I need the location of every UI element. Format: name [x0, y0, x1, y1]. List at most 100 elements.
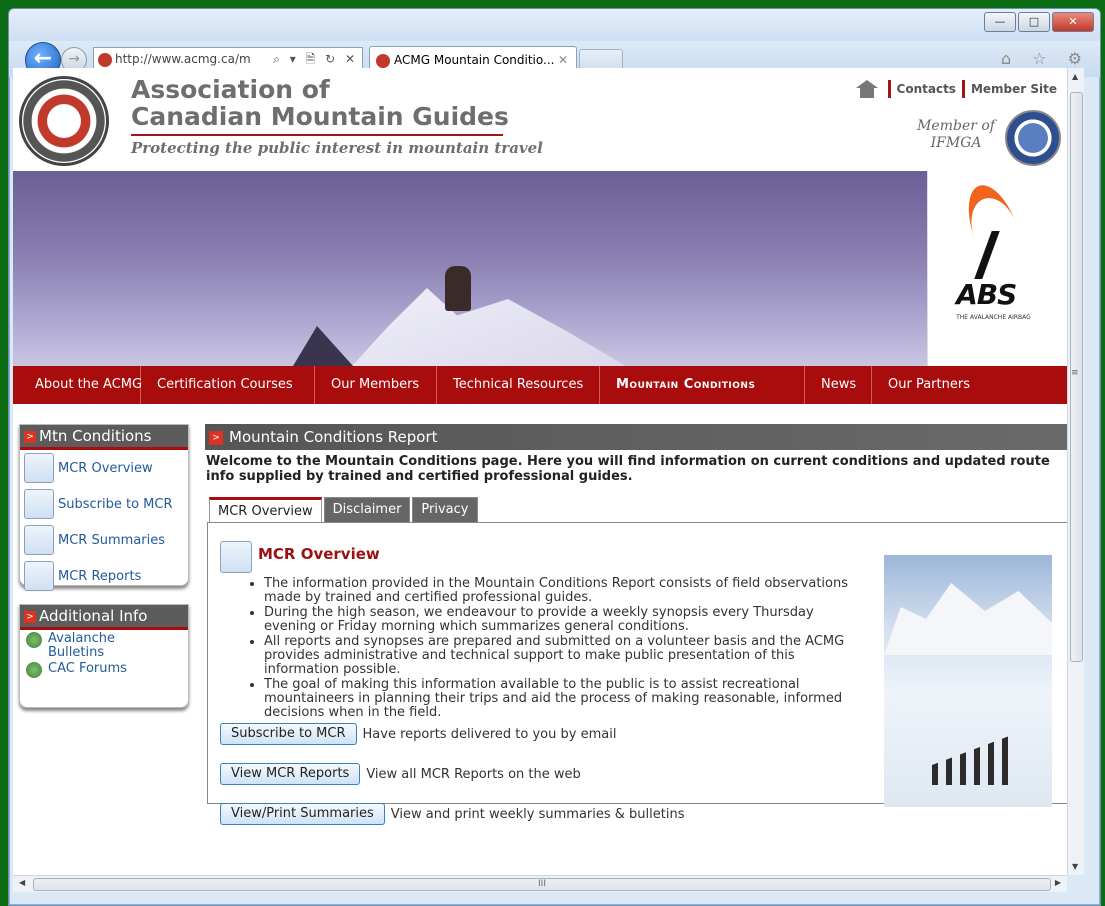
scroll-right-icon[interactable]: ▶: [1055, 878, 1061, 887]
close-window-button[interactable]: ✕: [1052, 12, 1094, 32]
home-icon[interactable]: [855, 80, 878, 98]
maximize-button[interactable]: □: [1018, 12, 1050, 32]
home-favorites-settings-icons[interactable]: ⌂ ☆ ⚙: [1001, 49, 1090, 68]
summaries-desc: View and print weekly summaries & bullet…: [390, 806, 685, 822]
org-name-line2: Canadian Mountain Guides: [131, 102, 509, 131]
banner: ABS THE AVALANCHE AIRBAG: [13, 171, 1067, 366]
overview-bullets: The information provided in the Mountain…: [248, 577, 869, 721]
subscribe-row: Subscribe to MCR Have reports delivered …: [220, 723, 616, 745]
acmg-logo[interactable]: [19, 76, 109, 166]
nav-technical[interactable]: Technical Resources: [437, 366, 600, 404]
nav-partners[interactable]: Our Partners: [872, 366, 986, 404]
window-controls: — □ ✕: [984, 12, 1094, 32]
sidebar-item-summaries[interactable]: MCR Summaries: [20, 522, 188, 558]
additional-info-head: > Additional Info: [20, 605, 188, 630]
globe-icon: [26, 662, 42, 678]
list-item: The goal of making this information avai…: [264, 678, 869, 720]
sidebar-link-label: CAC Forums: [48, 661, 127, 676]
horizontal-scroll-thumb[interactable]: III: [33, 878, 1051, 891]
mtn-conditions-box: > Mtn Conditions MCR Overview Subscribe t…: [19, 424, 189, 591]
tab-mcr-overview[interactable]: MCR Overview: [209, 497, 322, 522]
sidebar-link-cac-forums[interactable]: CAC Forums: [20, 662, 188, 678]
abs-brand: ABS: [956, 278, 1017, 311]
skiers: [932, 735, 1012, 785]
globe-icon: [26, 632, 42, 648]
view-reports-button[interactable]: View MCR Reports: [220, 763, 361, 785]
summaries-icon: [24, 525, 54, 555]
header-rule: [131, 134, 503, 136]
sidebar-item-label: MCR Reports: [58, 568, 142, 584]
reports-row: View MCR Reports View all MCR Reports on…: [220, 763, 581, 785]
tab-privacy[interactable]: Privacy: [412, 497, 478, 522]
mountain: [884, 583, 1052, 655]
reports-desc: View all MCR Reports on the web: [366, 766, 581, 782]
tab-disclaimer[interactable]: Disclaimer: [323, 497, 411, 522]
mtn-conditions-head: > Mtn Conditions: [20, 425, 188, 450]
tagline: Protecting the public interest in mounta…: [131, 139, 543, 157]
arrow-icon: >: [24, 430, 36, 443]
sidebar-link-label: Avalanche Bulletins: [48, 631, 115, 660]
sidebar-item-label: MCR Summaries: [58, 532, 165, 548]
snow-ridge: [343, 288, 643, 366]
nav-certification[interactable]: Certification Courses: [141, 366, 315, 404]
nav-news[interactable]: News: [805, 366, 872, 404]
address-tools[interactable]: ⌕ ▾ 🗎 ↻ ✕: [273, 48, 358, 68]
site-favicon-icon: [98, 52, 112, 67]
page-viewport: Association of Canadian Mountain Guides …: [13, 68, 1067, 875]
tab-favicon-icon: [376, 53, 390, 68]
climber: [445, 266, 471, 311]
contacts-link[interactable]: Contacts: [897, 82, 956, 96]
divider: [961, 80, 965, 98]
ifmga-logo[interactable]: [1005, 110, 1061, 166]
sidebar-item-mcr-overview[interactable]: MCR Overview: [20, 450, 188, 486]
abs-swirl-logo: [958, 178, 1032, 282]
main-nav: About the ACMG Certification Courses Our…: [13, 366, 1067, 404]
tab-title: ACMG Mountain Conditio...: [394, 53, 555, 67]
panel-title-text: Mountain Conditions Report: [229, 428, 438, 446]
scroll-left-icon[interactable]: ◀: [19, 878, 25, 887]
skiers-photo: [884, 555, 1052, 807]
mtn-conditions-title: Mtn Conditions: [39, 427, 152, 445]
sidebar-link-avalanche-bulletins[interactable]: Avalanche Bulletins: [20, 632, 115, 660]
scroll-up-icon[interactable]: ▲: [1072, 72, 1078, 81]
scroll-grip-icon: III: [538, 879, 546, 889]
member-site-link[interactable]: Member Site: [971, 82, 1057, 96]
nav-about[interactable]: About the ACMG: [13, 366, 142, 404]
org-name[interactable]: Association of Canadian Mountain Guides: [131, 76, 509, 130]
sidebar-item-reports[interactable]: MCR Reports: [20, 558, 188, 594]
summaries-row: View/Print Summaries View and print week…: [220, 803, 685, 825]
abs-subtitle: THE AVALANCHE AIRBAG: [956, 314, 1031, 321]
site-header: Association of Canadian Mountain Guides …: [13, 68, 1067, 171]
subscribe-desc: Have reports delivered to you by email: [362, 726, 617, 742]
abs-advertisement[interactable]: ABS THE AVALANCHE AIRBAG: [927, 171, 1067, 366]
panel-title: > Mountain Conditions Report: [205, 424, 1067, 450]
scroll-grip-icon: ≡: [1071, 368, 1079, 378]
rock: [293, 326, 353, 366]
nav-members[interactable]: Our Members: [315, 366, 437, 404]
list-item: All reports and synopses are prepared an…: [264, 635, 869, 677]
list-item: During the high season, we endeavour to …: [264, 606, 869, 634]
welcome-text: Welcome to the Mountain Conditions page.…: [206, 454, 1050, 484]
tab-bar: MCR Overview Disclaimer Privacy: [209, 497, 478, 522]
address-bar[interactable]: http://www.acmg.ca/m ⌕ ▾ 🗎 ↻ ✕: [93, 47, 363, 69]
horizontal-scrollbar[interactable]: ◀ III ▶: [13, 875, 1067, 892]
banner-photo: [13, 171, 928, 366]
minimize-button[interactable]: —: [984, 12, 1016, 32]
subscribe-button[interactable]: Subscribe to MCR: [220, 723, 357, 745]
overview-title: MCR Overview: [258, 545, 380, 563]
vertical-scrollbar[interactable]: ▲ ≡ ▼: [1067, 68, 1084, 875]
view-summaries-button[interactable]: View/Print Summaries: [220, 803, 385, 825]
nav-mountain-conditions[interactable]: Mountain Conditions: [600, 366, 805, 404]
additional-info-box: > Additional Info Avalanche Bulletins CAC…: [19, 604, 189, 708]
sidebar-item-label: MCR Overview: [58, 460, 153, 476]
subscribe-icon: [24, 489, 54, 519]
scroll-down-icon[interactable]: ▼: [1072, 862, 1078, 871]
weather-icon: [24, 453, 54, 483]
sidebar-item-subscribe[interactable]: Subscribe to MCR: [20, 486, 188, 522]
weather-icon: [220, 541, 252, 573]
tab-panel: MCR Overview The information provided in…: [207, 522, 1067, 825]
member-of-line2: IFMGA: [930, 135, 982, 151]
member-of-text: Member of IFMGA: [917, 118, 995, 152]
list-item: The information provided in the Mountain…: [264, 577, 869, 605]
sidebar-item-label: Subscribe to MCR: [58, 496, 173, 512]
